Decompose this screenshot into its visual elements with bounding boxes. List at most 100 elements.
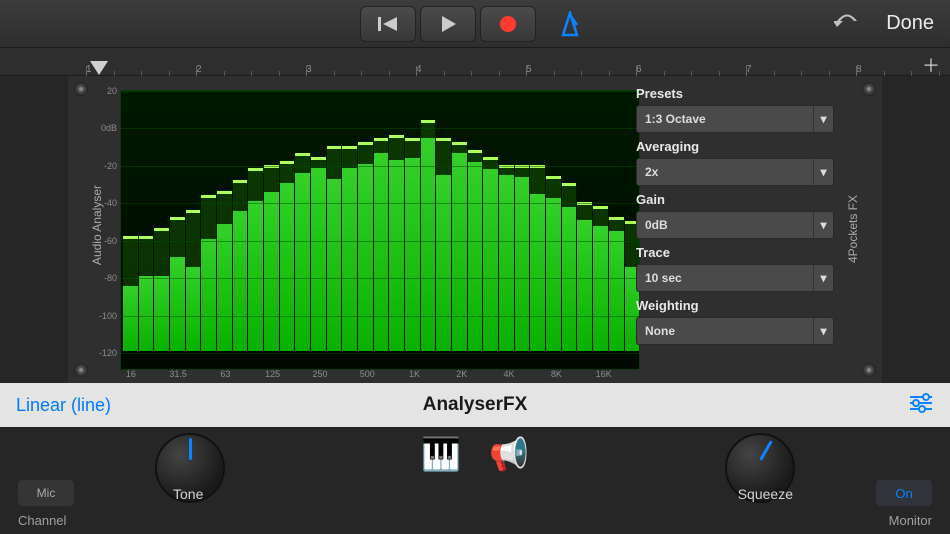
trace-value: 10 sec (645, 271, 682, 285)
x-axis-tick: 31.5 (169, 369, 187, 379)
timeline-ruler[interactable]: ＋ 1 2 3 4 5 6 7 8 (0, 48, 950, 76)
averaging-label: Averaging (636, 139, 834, 154)
spectrum-analyser-display: 200dB-20-40-60-80-100-120 1631.563125250… (120, 90, 640, 370)
peak-marker (609, 217, 624, 220)
monitor-label: Monitor (889, 513, 932, 528)
weighting-label: Weighting (636, 298, 834, 313)
weighting-select[interactable]: None ▾ (636, 317, 834, 345)
peak-marker (217, 191, 232, 194)
y-axis-tick: 20 (107, 86, 117, 96)
x-axis-tick: 1K (409, 369, 420, 379)
mic-button[interactable]: Mic (18, 480, 74, 506)
ruler-tick: 8 (856, 64, 862, 75)
peak-marker (562, 183, 577, 186)
y-axis-tick: 0dB (101, 123, 117, 133)
ruler-tick: 7 (746, 64, 752, 75)
y-axis-tick: -40 (104, 198, 117, 208)
peak-marker (468, 150, 483, 153)
squeeze-label: Squeeze (738, 486, 793, 502)
center-icons: 🎹 📢 (421, 435, 529, 473)
monitor-on-button[interactable]: On (876, 480, 932, 506)
peak-marker (123, 236, 138, 239)
x-axis-tick: 125 (265, 369, 280, 379)
x-axis-tick: 2K (456, 369, 467, 379)
sliders-icon[interactable] (908, 393, 934, 418)
top-transport-bar: Done (0, 0, 950, 48)
y-axis-tick: -100 (99, 311, 117, 321)
screw-icon (862, 363, 876, 377)
peak-marker (139, 236, 154, 239)
peak-marker (295, 153, 310, 156)
averaging-select[interactable]: 2x ▾ (636, 158, 834, 186)
peak-marker (358, 142, 373, 145)
ruler-tick: 2 (196, 64, 202, 75)
x-axis-tick: 63 (220, 369, 230, 379)
peak-marker (436, 138, 451, 141)
x-axis-tick: 250 (312, 369, 327, 379)
chevron-down-icon: ▾ (813, 212, 833, 238)
peak-marker (546, 176, 561, 179)
chevron-down-icon: ▾ (813, 265, 833, 291)
add-track-button[interactable]: ＋ (922, 52, 940, 78)
peak-marker (389, 135, 404, 138)
ruler-tick: 3 (306, 64, 312, 75)
plugin-info-bar: Linear (line) AnalyserFX (0, 383, 950, 427)
keyboard-icon[interactable]: 🎹 (421, 435, 461, 473)
plugin-right-label: 4Pockets FX (846, 195, 860, 263)
ruler-tick: 4 (416, 64, 422, 75)
play-button[interactable] (420, 6, 476, 42)
presets-value: 1:3 Octave (645, 112, 706, 126)
playhead[interactable] (90, 61, 108, 75)
peak-marker (327, 146, 342, 149)
bottom-controls: Mic Tone 🎹 📢 Squeeze On Channel Monitor (0, 427, 950, 534)
rewind-button[interactable] (360, 6, 416, 42)
averaging-value: 2x (645, 165, 658, 179)
screw-icon (862, 82, 876, 96)
trace-select[interactable]: 10 sec ▾ (636, 264, 834, 292)
ruler-tick: 6 (636, 64, 642, 75)
ruler-tick: 1 (86, 64, 92, 75)
trace-label: Trace (636, 245, 834, 260)
tone-label: Tone (173, 486, 203, 502)
done-button[interactable]: Done (886, 12, 934, 35)
y-axis-tick: -120 (99, 348, 117, 358)
peak-marker (280, 161, 295, 164)
settings-panel: Presets 1:3 Octave ▾ Averaging 2x ▾ Gain… (636, 86, 834, 351)
presets-select[interactable]: 1:3 Octave ▾ (636, 105, 834, 133)
y-axis-tick: -60 (104, 236, 117, 246)
chevron-down-icon: ▾ (813, 318, 833, 344)
weighting-value: None (645, 324, 675, 338)
peak-marker (483, 157, 498, 160)
plugin-panel: Audio Analyser 4Pockets FX 200dB-20-40-6… (68, 76, 882, 383)
x-axis-tick: 500 (360, 369, 375, 379)
peak-marker (154, 228, 169, 231)
plugin-title: AnalyserFX (423, 394, 528, 416)
undo-button[interactable] (834, 11, 860, 36)
peak-marker (374, 138, 389, 141)
gain-value: 0dB (645, 218, 668, 232)
x-axis-tick: 4K (504, 369, 515, 379)
record-button[interactable] (480, 6, 536, 42)
gain-select[interactable]: 0dB ▾ (636, 211, 834, 239)
gain-label: Gain (636, 192, 834, 207)
peak-marker (421, 120, 436, 123)
x-axis-tick: 8K (551, 369, 562, 379)
ruler-tick: 5 (526, 64, 532, 75)
peak-marker (311, 157, 326, 160)
peak-marker (452, 142, 467, 145)
peak-marker (233, 180, 248, 183)
channel-label: Channel (18, 513, 66, 528)
chevron-down-icon: ▾ (813, 106, 833, 132)
y-axis-tick: -20 (104, 161, 117, 171)
megaphone-icon[interactable]: 📢 (489, 435, 529, 473)
peak-marker (186, 210, 201, 213)
metronome-button[interactable] (550, 6, 590, 42)
peak-marker (201, 195, 216, 198)
peak-marker (248, 168, 263, 171)
peak-marker (405, 138, 420, 141)
peak-marker (170, 217, 185, 220)
view-mode-button[interactable]: Linear (line) (16, 395, 111, 416)
chevron-down-icon: ▾ (813, 159, 833, 185)
x-axis-tick: 16 (126, 369, 136, 379)
x-axis-tick: 16K (596, 369, 612, 379)
